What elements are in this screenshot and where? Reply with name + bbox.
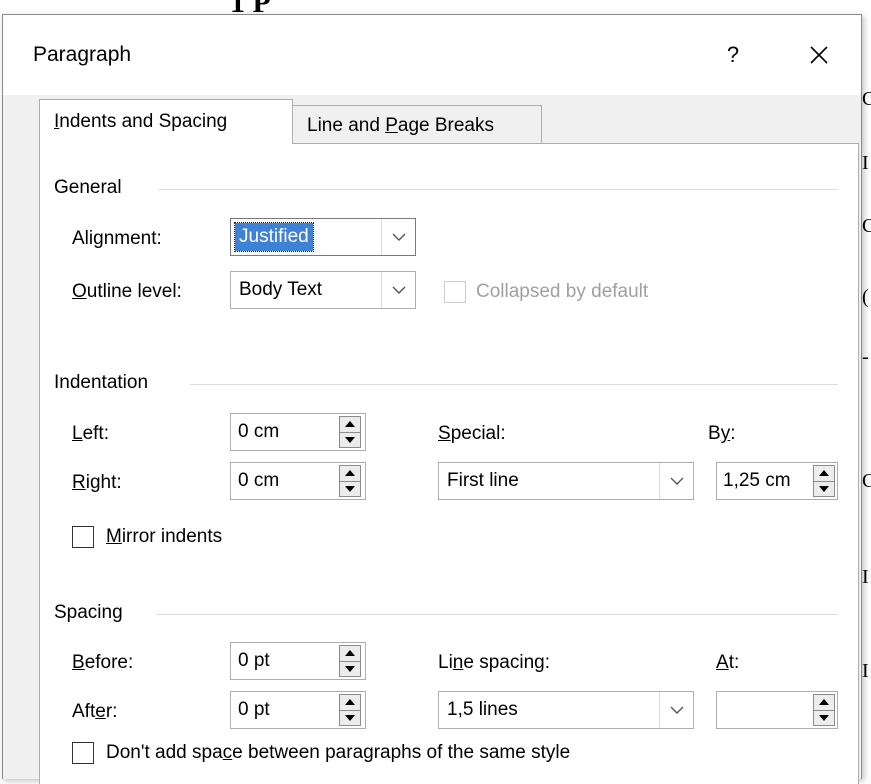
at-label: At: bbox=[716, 652, 740, 673]
tab-label: Line and bbox=[307, 115, 386, 136]
title-bar[interactable]: Paragraph ? bbox=[3, 15, 861, 95]
group-label-spacing: Spacing bbox=[54, 602, 131, 624]
before-label: Before: bbox=[72, 652, 134, 673]
triangle-down-icon bbox=[345, 436, 355, 443]
background-edge-char: C bbox=[862, 470, 871, 492]
background-edge-char: C bbox=[862, 215, 871, 237]
left-indent-value: 0 cm bbox=[238, 421, 280, 442]
tab-panel: General Alignment: Justified Outline lev… bbox=[39, 143, 859, 784]
before-value: 0 pt bbox=[238, 650, 270, 671]
background-edge-char: C bbox=[862, 88, 871, 110]
special-dropdown[interactable]: First line bbox=[438, 462, 694, 500]
spin-down-button[interactable] bbox=[339, 432, 361, 448]
right-indent-value: 0 cm bbox=[238, 470, 280, 491]
special-value: First line bbox=[447, 470, 519, 491]
at-spinner[interactable] bbox=[716, 691, 838, 729]
triangle-down-icon bbox=[345, 485, 355, 492]
triangle-up-icon bbox=[345, 470, 355, 477]
group-divider bbox=[158, 189, 838, 190]
tab-label-accesskey: P bbox=[385, 115, 398, 136]
triangle-up-icon bbox=[819, 699, 829, 706]
triangle-up-icon bbox=[345, 650, 355, 657]
close-button[interactable] bbox=[799, 37, 839, 73]
group-label-indentation: Indentation bbox=[54, 372, 157, 394]
chevron-down-icon[interactable] bbox=[659, 463, 693, 499]
background-edge-char: - bbox=[862, 346, 869, 368]
right-indent-spinner[interactable]: 0 cm bbox=[230, 462, 366, 500]
chevron-down-icon[interactable] bbox=[381, 219, 415, 255]
tab-indents-and-spacing[interactable]: Indents and Spacing bbox=[39, 99, 293, 144]
tab-label: age Breaks bbox=[397, 115, 494, 136]
close-icon bbox=[810, 46, 828, 64]
spin-up-button[interactable] bbox=[339, 465, 361, 482]
line-spacing-label: Line spacing: bbox=[438, 652, 550, 673]
mirror-indents-checkbox[interactable] bbox=[72, 526, 94, 548]
collapsed-by-default-label: Collapsed by default bbox=[476, 281, 649, 302]
alignment-dropdown[interactable]: Justified bbox=[230, 218, 416, 256]
spin-down-button[interactable] bbox=[339, 661, 361, 677]
triangle-down-icon bbox=[819, 714, 829, 721]
triangle-up-icon bbox=[345, 699, 355, 706]
spin-down-button[interactable] bbox=[813, 481, 835, 497]
chevron-down-icon[interactable] bbox=[659, 692, 693, 728]
spin-up-button[interactable] bbox=[339, 416, 361, 433]
collapsed-by-default-checkbox[interactable] bbox=[444, 281, 466, 303]
left-indent-label: Left: bbox=[72, 423, 109, 444]
right-indent-label: Right: bbox=[72, 472, 122, 493]
background-edge-char: I bbox=[862, 152, 869, 174]
alignment-value: Justified bbox=[234, 222, 314, 252]
help-button[interactable]: ? bbox=[715, 37, 751, 73]
triangle-down-icon bbox=[819, 485, 829, 492]
triangle-down-icon bbox=[345, 665, 355, 672]
spin-up-button[interactable] bbox=[813, 694, 835, 711]
by-value: 1,25 cm bbox=[723, 470, 791, 491]
dont-add-space-checkbox[interactable] bbox=[72, 742, 94, 764]
after-spinner[interactable]: 0 pt bbox=[230, 691, 366, 729]
before-spinner[interactable]: 0 pt bbox=[230, 642, 366, 680]
alignment-label: Alignment: bbox=[72, 228, 162, 249]
left-indent-spinner[interactable]: 0 cm bbox=[230, 413, 366, 451]
triangle-up-icon bbox=[819, 470, 829, 477]
group-divider bbox=[156, 614, 838, 615]
group-label-general: General bbox=[54, 177, 130, 199]
by-spinner[interactable]: 1,25 cm bbox=[716, 462, 838, 500]
spin-down-button[interactable] bbox=[339, 481, 361, 497]
background-edge-char: ( bbox=[862, 286, 869, 308]
outline-level-dropdown[interactable]: Body Text bbox=[230, 271, 416, 309]
dialog-title: Paragraph bbox=[33, 43, 132, 66]
line-spacing-value: 1,5 lines bbox=[447, 699, 518, 720]
spin-up-button[interactable] bbox=[339, 694, 361, 711]
dont-add-space-label: Don't add space between paragraphs of th… bbox=[106, 742, 571, 763]
triangle-up-icon bbox=[345, 421, 355, 428]
background-edge-char: I bbox=[862, 566, 869, 588]
tab-line-and-page-breaks[interactable]: Line and Page Breaks bbox=[292, 105, 542, 145]
spin-down-button[interactable] bbox=[339, 710, 361, 726]
special-label: Special: bbox=[438, 423, 506, 444]
chevron-down-icon[interactable] bbox=[381, 272, 415, 308]
outline-level-label: Outline level: bbox=[72, 281, 182, 302]
spin-up-button[interactable] bbox=[339, 645, 361, 662]
line-spacing-dropdown[interactable]: 1,5 lines bbox=[438, 691, 694, 729]
paragraph-dialog: Paragraph ? Indents and Spacing Line and… bbox=[2, 14, 862, 784]
mirror-indents-label: Mirror indents bbox=[106, 526, 223, 547]
after-value: 0 pt bbox=[238, 699, 270, 720]
background-edge-char: I bbox=[862, 660, 869, 682]
group-divider bbox=[190, 384, 838, 385]
spin-down-button[interactable] bbox=[813, 710, 835, 726]
after-label: After: bbox=[72, 701, 118, 722]
outline-level-value: Body Text bbox=[239, 279, 323, 300]
triangle-down-icon bbox=[345, 714, 355, 721]
spin-up-button[interactable] bbox=[813, 465, 835, 482]
by-label: By: bbox=[708, 423, 736, 444]
tab-label: ndents and Spacing bbox=[59, 111, 228, 132]
